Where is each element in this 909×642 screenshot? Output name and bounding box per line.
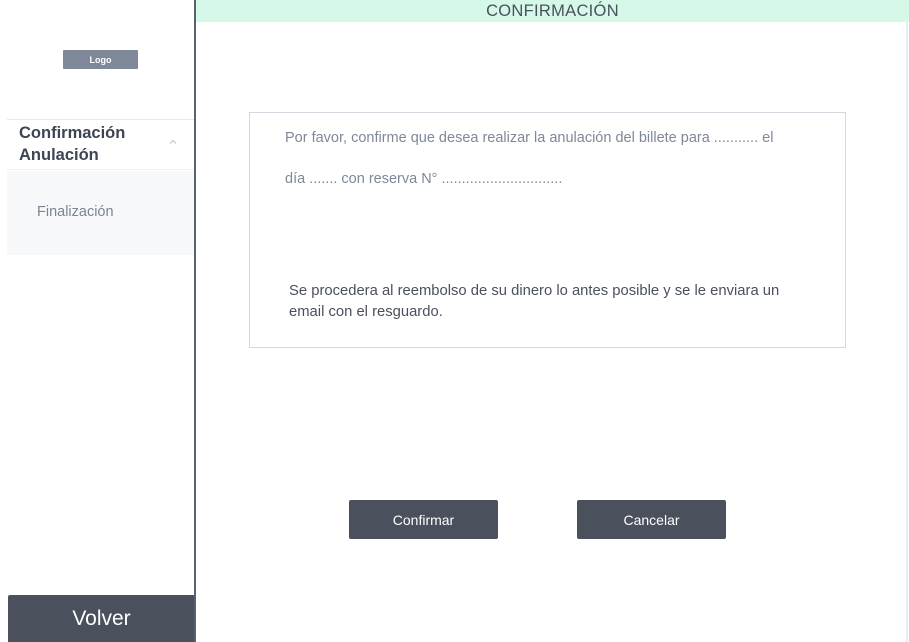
page-title: CONFIRMACIÓN	[196, 0, 909, 22]
confirmation-text-line-2: día ....... con reserva N° .............…	[285, 171, 563, 187]
back-button[interactable]: Volver	[8, 595, 195, 642]
logo-area: Logo	[7, 0, 195, 120]
confirm-button[interactable]: Confirmar	[349, 500, 498, 539]
chevron-up-icon	[169, 139, 177, 144]
sidebar-section-confirmacion-anulacion[interactable]: Confirmación Anulación	[7, 120, 195, 170]
sidebar-item-finalizacion[interactable]: Finalización	[37, 204, 114, 220]
confirmation-message-card: Por favor, confirme que desea realizar l…	[249, 112, 846, 348]
right-edge-divider	[906, 22, 908, 642]
logo: Logo	[63, 50, 138, 69]
sidebar-submenu: Finalización	[7, 171, 195, 255]
refund-notice-text: Se procedera al reembolso de su dinero l…	[289, 283, 780, 320]
confirmation-text-line-1: Por favor, confirme que desea realizar l…	[285, 130, 774, 146]
sidebar-section-title: Confirmación Anulación	[19, 124, 126, 164]
sidebar-divider	[194, 0, 196, 642]
cancel-button[interactable]: Cancelar	[577, 500, 726, 539]
sidebar: Logo Confirmación Anulación Finalización…	[7, 0, 195, 642]
